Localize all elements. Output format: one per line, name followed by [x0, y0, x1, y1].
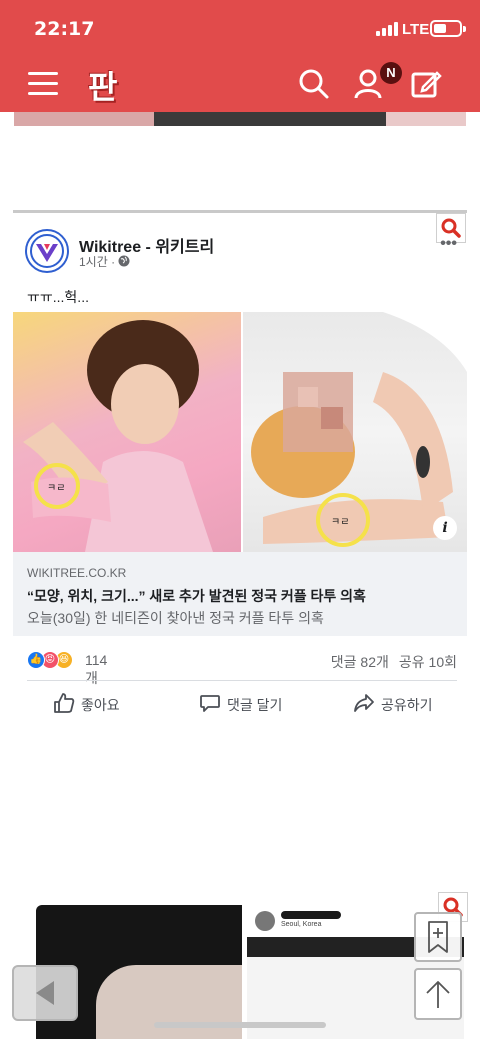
lower-post-location: Seoul, Korea: [281, 921, 322, 928]
redacted-username: [281, 911, 341, 919]
reaction-count: 114개: [85, 652, 108, 686]
author-avatar[interactable]: [25, 229, 69, 273]
network-label: LTE: [402, 21, 430, 38]
status-time: 22:17: [34, 18, 95, 40]
scroll-top-button[interactable]: [414, 968, 462, 1020]
wikitree-logo-icon: [30, 234, 64, 268]
lower-post-avatar: [255, 911, 275, 931]
person-illustration: ㅋㄹ: [23, 320, 213, 552]
signal-icon: [376, 22, 398, 36]
share-icon: [354, 694, 374, 712]
embedded-post: Wikitree - 위키트리 1시간 · ••• ㅠㅠ...헉... ㅋㄹ ㅋ…: [13, 210, 467, 720]
post-text: ㅠㅠ...헉...: [27, 289, 89, 305]
share-count[interactable]: 공유 10회: [399, 654, 457, 670]
link-description: 오늘(30일) 한 네티즌이 찾아낸 정국 커플 타투 의혹: [27, 610, 324, 626]
search-icon: [299, 69, 329, 99]
like-label: 좋아요: [81, 697, 120, 713]
link-title[interactable]: “모양, 위치, 크기...” 새로 추가 발견된 정국 커플 타투 의혹: [27, 586, 366, 606]
share-label: 공유하기: [381, 697, 433, 713]
post-time[interactable]: 1시간 ·: [79, 255, 118, 269]
svg-text:ㅋㄹ: ㅋㄹ: [47, 483, 65, 494]
arrow-up-icon: [426, 981, 450, 1008]
menu-button[interactable]: [28, 72, 58, 96]
back-button[interactable]: [12, 965, 78, 1021]
link-preview[interactable]: WIKITREE.CO.KR “모양, 위치, 크기...” 새로 추가 발견된…: [13, 552, 467, 636]
comment-count[interactable]: 댓글 82개: [331, 654, 389, 670]
comment-label: 댓글 달기: [227, 697, 283, 713]
globe-icon: [118, 255, 130, 267]
notification-badge[interactable]: N: [380, 62, 402, 84]
link-domain: WIKITREE.CO.KR: [27, 566, 127, 580]
triangle-left-icon: [36, 981, 54, 1005]
battery-icon: [430, 20, 466, 37]
home-indicator: [154, 1022, 326, 1028]
info-button[interactable]: i: [433, 516, 457, 540]
post-meta: 1시간 ·: [79, 253, 130, 270]
comment-icon: [200, 695, 220, 712]
like-reaction-icon: 👍: [27, 651, 45, 669]
app-logo[interactable]: 판: [88, 62, 117, 108]
write-button[interactable]: [410, 68, 442, 100]
left-photo: ㅋㄹ: [13, 312, 241, 552]
svg-text:ㅋㄹ: ㅋㄹ: [331, 517, 349, 528]
app-header: 22:17 LTE 판 N: [0, 0, 480, 112]
post-image[interactable]: ㅋㄹ ㅋㄹ i: [13, 312, 467, 552]
engagement-counts: 댓글 82개 공유 10회: [321, 652, 457, 672]
search-button[interactable]: [298, 68, 330, 100]
edit-icon: [411, 71, 442, 98]
right-photo: ㅋㄹ: [243, 312, 467, 552]
person-illustration: ㅋㄹ: [251, 312, 467, 547]
more-options-icon[interactable]: •••: [440, 235, 457, 253]
status-bar: 22:17 LTE: [0, 0, 480, 58]
bookmark-button[interactable]: [414, 912, 462, 962]
divider: [27, 680, 457, 681]
thumbs-up-icon: [54, 693, 75, 713]
bookmark-add-icon: [428, 921, 448, 953]
previous-image-strip: [14, 112, 466, 126]
